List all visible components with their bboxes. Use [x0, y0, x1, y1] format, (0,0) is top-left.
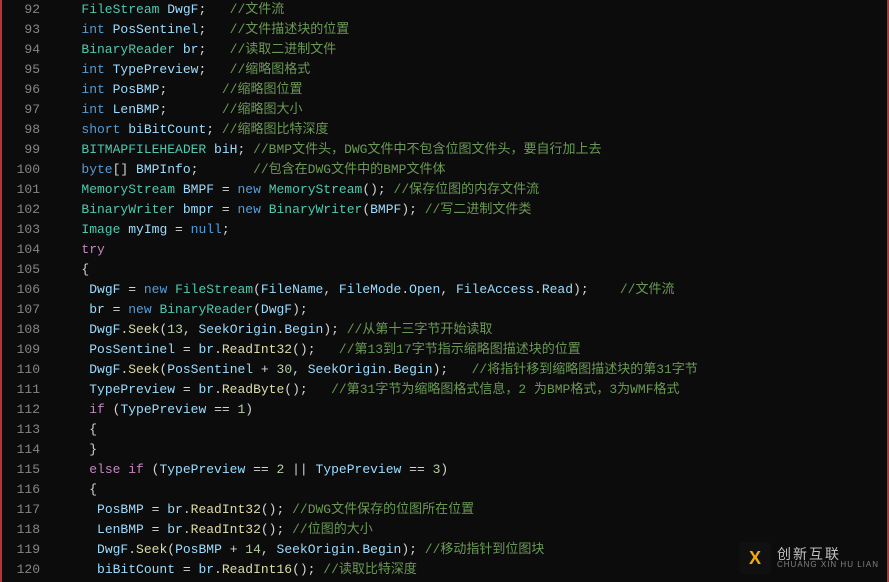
line-number: 111 — [2, 380, 40, 400]
code-line[interactable]: { — [58, 260, 887, 280]
code-area[interactable]: FileStream DwgF; //文件流 int PosSentinel; … — [48, 0, 887, 582]
code-line[interactable]: FileStream DwgF; //文件流 — [58, 0, 887, 20]
code-line[interactable]: int PosBMP; //缩略图位置 — [58, 80, 887, 100]
line-number: 100 — [2, 160, 40, 180]
line-number: 105 — [2, 260, 40, 280]
line-number: 104 — [2, 240, 40, 260]
code-line[interactable]: biBitCount = br.ReadInt16(); //读取比特深度 — [58, 560, 887, 580]
line-number: 97 — [2, 100, 40, 120]
line-number: 119 — [2, 540, 40, 560]
line-number: 112 — [2, 400, 40, 420]
code-line[interactable]: DwgF.Seek(13, SeekOrigin.Begin); //从第十三字… — [58, 320, 887, 340]
line-number: 93 — [2, 20, 40, 40]
line-number: 116 — [2, 480, 40, 500]
code-line[interactable]: br = new BinaryReader(DwgF); — [58, 300, 887, 320]
line-number: 98 — [2, 120, 40, 140]
code-line[interactable]: DwgF.Seek(PosBMP + 14, SeekOrigin.Begin)… — [58, 540, 887, 560]
line-number: 110 — [2, 360, 40, 380]
line-number: 102 — [2, 200, 40, 220]
line-number: 103 — [2, 220, 40, 240]
code-line[interactable]: { — [58, 480, 887, 500]
code-line[interactable]: try — [58, 240, 887, 260]
code-line[interactable]: else if (TypePreview == 2 || TypePreview… — [58, 460, 887, 480]
code-line[interactable]: if (TypePreview == 1) — [58, 400, 887, 420]
line-number: 106 — [2, 280, 40, 300]
line-number: 118 — [2, 520, 40, 540]
line-number: 94 — [2, 40, 40, 60]
line-number: 108 — [2, 320, 40, 340]
line-number-gutter: 9293949596979899100101102103104105106107… — [2, 0, 48, 582]
line-number: 99 — [2, 140, 40, 160]
line-number: 115 — [2, 460, 40, 480]
code-line[interactable]: BinaryReader br; //读取二进制文件 — [58, 40, 887, 60]
line-number: 117 — [2, 500, 40, 520]
line-number: 109 — [2, 340, 40, 360]
line-number: 107 — [2, 300, 40, 320]
code-line[interactable]: TypePreview = br.ReadByte(); //第31字节为缩略图… — [58, 380, 887, 400]
line-number: 114 — [2, 440, 40, 460]
line-number: 96 — [2, 80, 40, 100]
code-line[interactable]: int LenBMP; //缩略图大小 — [58, 100, 887, 120]
code-line[interactable]: LenBMP = br.ReadInt32(); //位图的大小 — [58, 520, 887, 540]
code-line[interactable]: BITMAPFILEHEADER biH; //BMP文件头，DWG文件中不包含… — [58, 140, 887, 160]
code-line[interactable]: MemoryStream BMPF = new MemoryStream(); … — [58, 180, 887, 200]
line-number: 113 — [2, 420, 40, 440]
code-line[interactable]: DwgF = new FileStream(FileName, FileMode… — [58, 280, 887, 300]
line-number: 120 — [2, 560, 40, 580]
line-number: 92 — [2, 0, 40, 20]
code-editor[interactable]: 9293949596979899100101102103104105106107… — [0, 0, 889, 582]
code-line[interactable]: BinaryWriter bmpr = new BinaryWriter(BMP… — [58, 200, 887, 220]
code-line[interactable]: int PosSentinel; //文件描述块的位置 — [58, 20, 887, 40]
code-line[interactable]: int TypePreview; //缩略图格式 — [58, 60, 887, 80]
line-number: 101 — [2, 180, 40, 200]
code-line[interactable]: } — [58, 440, 887, 460]
code-line[interactable]: { — [58, 420, 887, 440]
code-line[interactable]: DwgF.Seek(PosSentinel + 30, SeekOrigin.B… — [58, 360, 887, 380]
line-number: 95 — [2, 60, 40, 80]
code-line[interactable]: byte[] BMPInfo; //包含在DWG文件中的BMP文件体 — [58, 160, 887, 180]
code-line[interactable]: PosBMP = br.ReadInt32(); //DWG文件保存的位图所在位… — [58, 500, 887, 520]
code-line[interactable]: Image myImg = null; — [58, 220, 887, 240]
code-line[interactable]: PosSentinel = br.ReadInt32(); //第13到17字节… — [58, 340, 887, 360]
code-line[interactable]: short biBitCount; //缩略图比特深度 — [58, 120, 887, 140]
